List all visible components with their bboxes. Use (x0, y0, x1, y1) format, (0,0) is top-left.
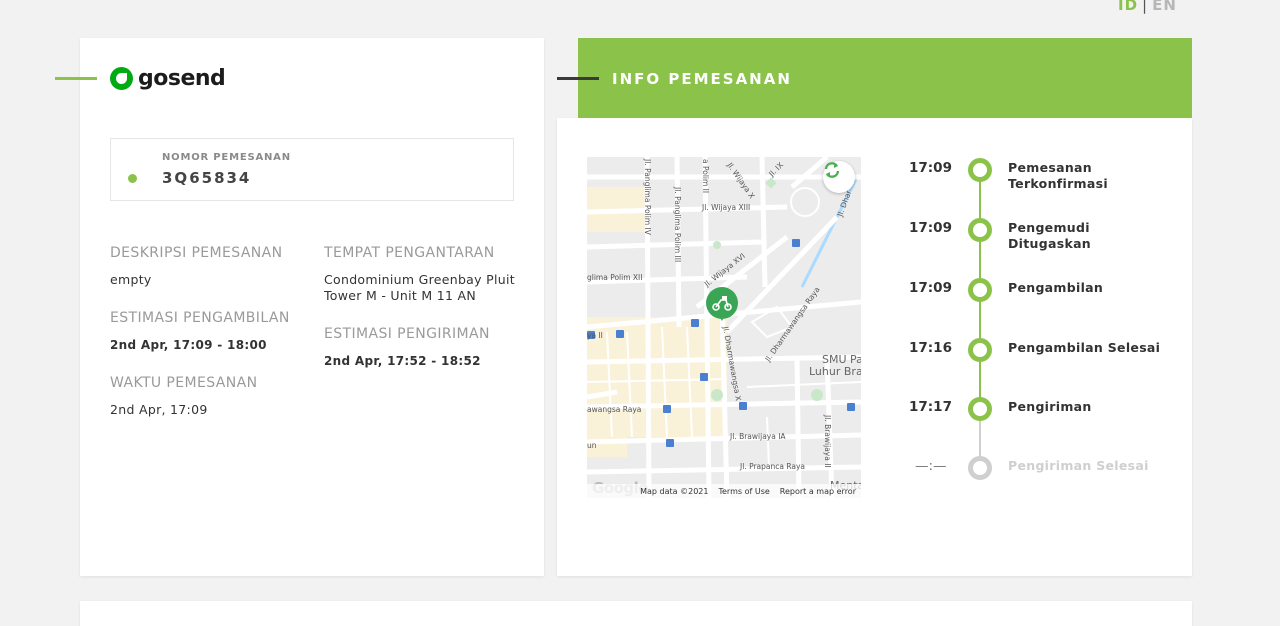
lang-en-link[interactable]: EN (1152, 0, 1177, 14)
step-done-icon (968, 338, 992, 362)
step-done-icon (968, 278, 992, 302)
timeline-time: 17:09 (909, 280, 952, 296)
delivery-place-label: TEMPAT PENGANTARAN (324, 245, 495, 261)
order-timeline: 17:09 Pemesanan Terkonfirmasi 17:09 Penge… (905, 155, 1165, 485)
order-time-value: 2nd Apr, 17:09 (110, 402, 208, 417)
status-dot-icon (128, 174, 137, 183)
step-done-icon (968, 397, 992, 421)
order-time-label: WAKTU PEMESANAN (110, 375, 258, 391)
order-number: 3Q65834 (162, 169, 252, 187)
order-number-label: NOMOR PEMESANAN (162, 152, 291, 163)
step-done-icon (968, 158, 992, 182)
order-info-title: INFO PEMESANAN (612, 70, 792, 88)
map-label: Jl. Brawijaya II (823, 414, 832, 468)
map-label: Luhur Bra (809, 365, 861, 378)
timeline-step: —:— Pengiriman Selesai (905, 455, 1165, 495)
map-data-credit: Map data ©2021 (640, 486, 709, 496)
timeline-label: Pengambilan Selesai (1008, 340, 1161, 355)
order-info-header: INFO PEMESANAN (578, 38, 1192, 118)
tracking-map[interactable]: Jl. Panglima Polim IV Jl. Panglima Polim… (587, 157, 861, 498)
lang-separator: | (1142, 0, 1149, 14)
map-report-link[interactable]: Report a map error (780, 487, 856, 496)
brand-name: gosend (138, 66, 226, 91)
map-label: ya II (587, 331, 603, 340)
description-label: DESKRIPSI PEMESANAN (110, 245, 283, 261)
map-label: glima Polim XII (587, 273, 642, 282)
timeline-label: Pengemudi Ditugaskan (1008, 220, 1092, 251)
timeline-step: 17:09 Pemesanan Terkonfirmasi (905, 157, 1165, 197)
accent-line-left (55, 77, 97, 80)
map-label: awangsa Raya (587, 405, 641, 414)
gosend-logo-icon (110, 67, 133, 90)
map-label: a Polim II (701, 159, 710, 193)
order-details-card (80, 38, 544, 576)
timeline-step: 17:09 Pengambilan (905, 277, 1165, 317)
delivery-place-line2: Tower M - Unit M 11 AN (324, 288, 476, 303)
map-label: Jl. Wijaya XIII (701, 203, 750, 212)
delivery-place-line1: Condominium Greenbay Pluit (324, 272, 515, 287)
gosend-logo: gosend (110, 66, 226, 91)
timeline-time: —:— (915, 458, 947, 474)
timeline-time: 17:16 (909, 340, 952, 356)
timeline-label: Pengiriman Selesai (1008, 458, 1149, 473)
map-canvas: Jl. Panglima Polim IV Jl. Panglima Polim… (587, 157, 861, 498)
delivery-estimate-value: 2nd Apr, 17:52 - 18:52 (324, 354, 481, 368)
map-label: Jl. Prapanca Raya (739, 462, 805, 471)
timeline-step: 17:17 Pengiriman (905, 396, 1165, 436)
timeline-label: Pemesanan Terkonfirmasi (1008, 160, 1108, 191)
lang-id-link[interactable]: ID (1118, 0, 1138, 14)
step-done-icon (968, 218, 992, 242)
description-value: empty (110, 272, 152, 287)
timeline-time: 17:09 (909, 160, 952, 176)
map-footer: Map data ©2021 Terms of Use Report a map… (587, 484, 861, 498)
map-label: Jl. Panglima Polim IV (643, 158, 652, 236)
timeline-step: 17:16 Pengambilan Selesai (905, 337, 1165, 377)
map-refresh-button[interactable] (823, 161, 855, 193)
accent-line-right (557, 77, 599, 80)
map-label: Jl. Brawijaya IA (729, 432, 786, 441)
timeline-step: 17:09 Pengemudi Ditugaskan (905, 217, 1165, 257)
delivery-estimate-label: ESTIMASI PENGIRIMAN (324, 326, 490, 342)
pickup-estimate-label: ESTIMASI PENGAMBILAN (110, 310, 290, 326)
timeline-time: 17:17 (909, 399, 952, 415)
timeline-time: 17:09 (909, 220, 952, 236)
map-label: un (587, 441, 597, 450)
refresh-icon (824, 162, 840, 178)
bottom-card (80, 601, 1192, 626)
language-switcher: ID | EN (1118, 0, 1177, 14)
map-terms-link[interactable]: Terms of Use (718, 487, 769, 496)
map-label: Jl. Panglima Polim III (673, 186, 682, 262)
step-pending-icon (968, 456, 992, 480)
timeline-label: Pengambilan (1008, 280, 1104, 295)
pickup-estimate-value: 2nd Apr, 17:09 - 18:00 (110, 338, 267, 352)
order-number-box: NOMOR PEMESANAN 3Q65834 (110, 138, 514, 201)
timeline-label: Pengiriman (1008, 399, 1092, 414)
